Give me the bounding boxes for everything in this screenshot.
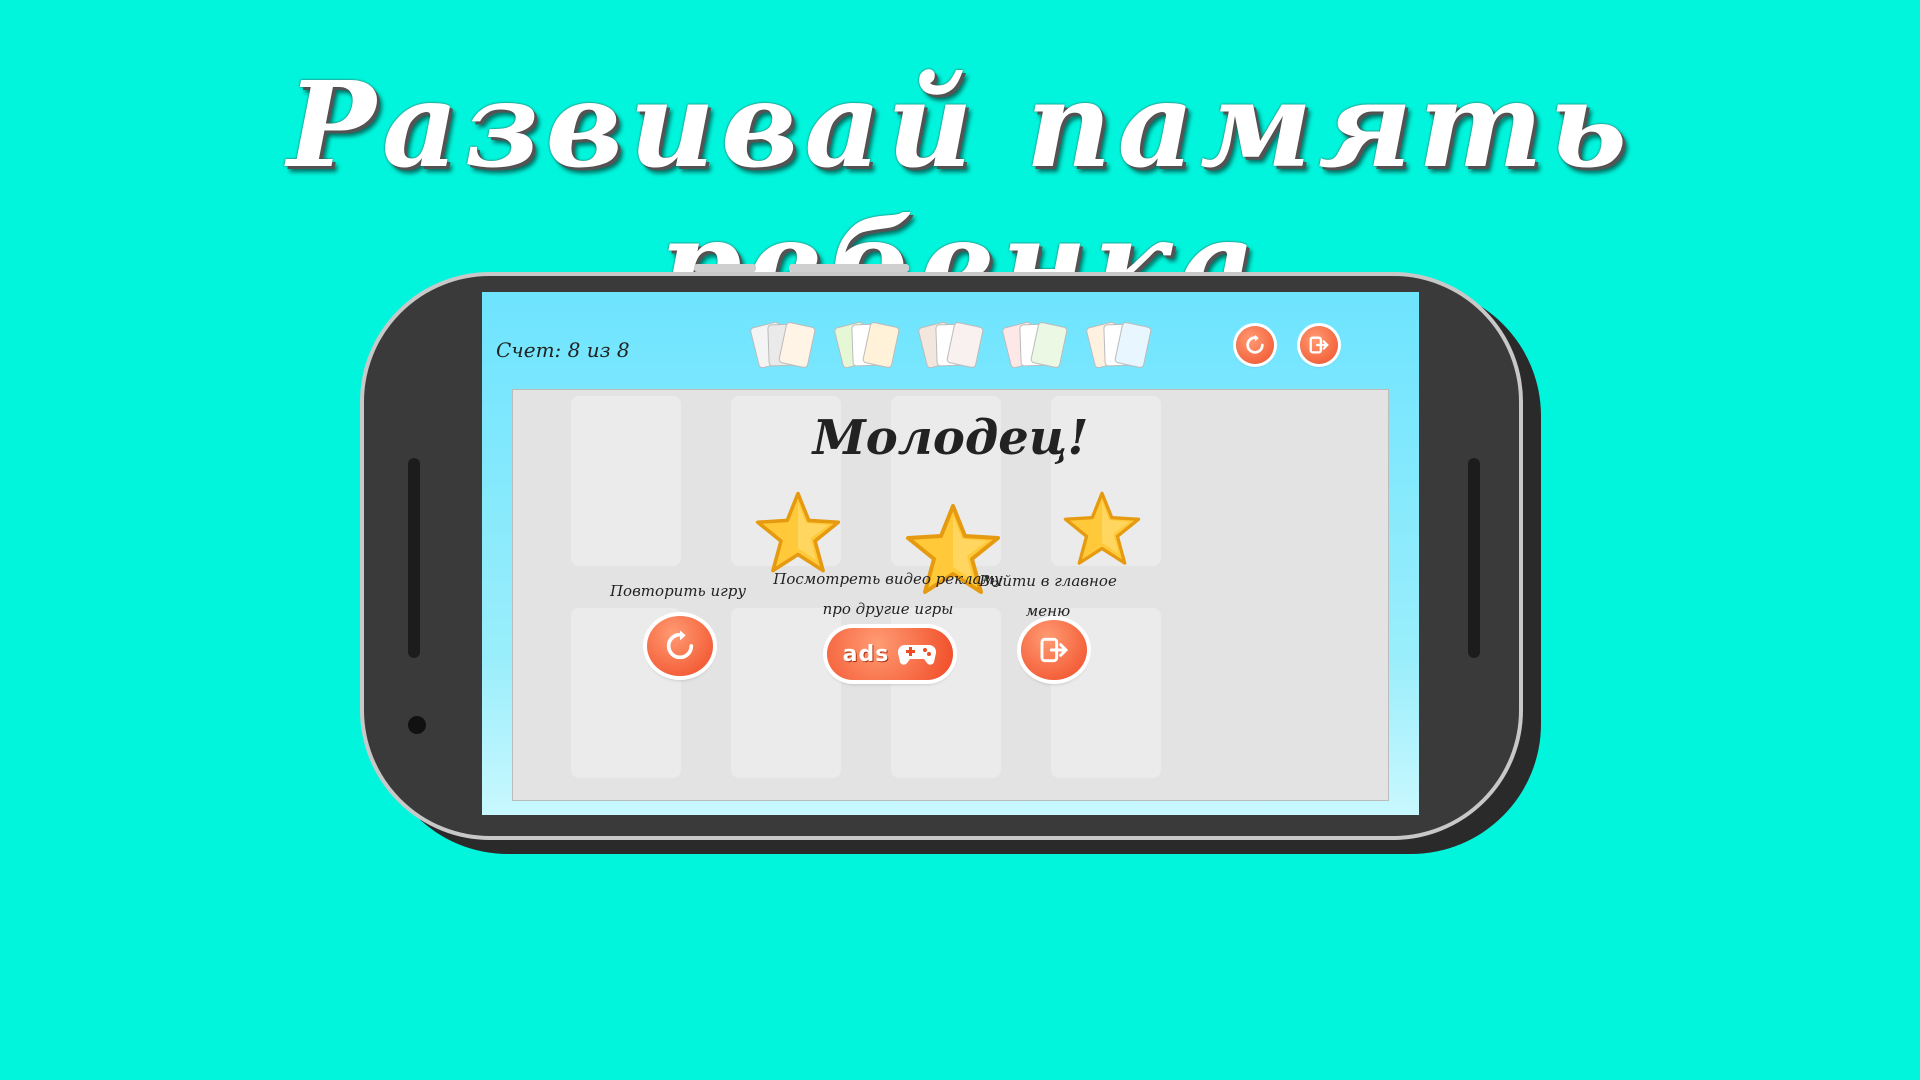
pack-fruit-cards-icon[interactable]: [1001, 318, 1070, 372]
gamepad-icon: [898, 644, 937, 665]
ads-button-text: ads: [842, 641, 890, 667]
pack-fixies-cards-icon[interactable]: [1085, 318, 1154, 372]
ads-caption: Посмотреть видео рекламу про другие игры: [768, 564, 1008, 624]
exit-icon: [1040, 637, 1069, 663]
phone-frame: Счет: 8 из 8 Молодец! Повторить игру Пос…: [360, 264, 1523, 840]
score-label: Счет: 8 из 8: [496, 338, 630, 362]
faded-card: [731, 608, 841, 778]
result-panel: Молодец! Повторить игру Посмотреть видео…: [512, 389, 1389, 801]
watch-ads-button[interactable]: ads: [827, 628, 953, 680]
exit-icon: [1309, 336, 1329, 354]
restart-icon: [1246, 334, 1264, 354]
result-title: Молодец!: [812, 410, 1089, 466]
top-exit-button[interactable]: [1300, 326, 1338, 364]
phone-power-button: [789, 264, 909, 272]
pack-cars-cards-icon[interactable]: [917, 318, 986, 372]
phone-volume-button: [694, 264, 756, 272]
phone-camera: [408, 716, 426, 734]
star-icon: [1063, 491, 1141, 565]
pack-om-nom-cards-icon[interactable]: [833, 318, 902, 372]
restart-icon: [666, 630, 694, 660]
game-topbar: Счет: 8 из 8: [482, 292, 1419, 382]
replay-caption: Повторить игру: [609, 582, 747, 600]
ads-caption-line1: Посмотреть видео рекламу: [773, 570, 1003, 588]
phone-speaker-left: [408, 458, 420, 658]
exit-to-menu-button[interactable]: [1021, 620, 1087, 680]
pack-bunny-cards-icon[interactable]: [749, 318, 818, 372]
exit-caption: Выйти в главное меню: [978, 566, 1118, 626]
phone-speaker-right: [1468, 458, 1480, 658]
exit-caption-line1: Выйти в главное: [979, 572, 1117, 590]
replay-button[interactable]: [647, 616, 713, 676]
game-screen: Счет: 8 из 8 Молодец! Повторить игру Пос…: [482, 292, 1419, 815]
top-restart-button[interactable]: [1236, 326, 1274, 364]
ads-caption-line2: про другие игры: [822, 600, 954, 618]
